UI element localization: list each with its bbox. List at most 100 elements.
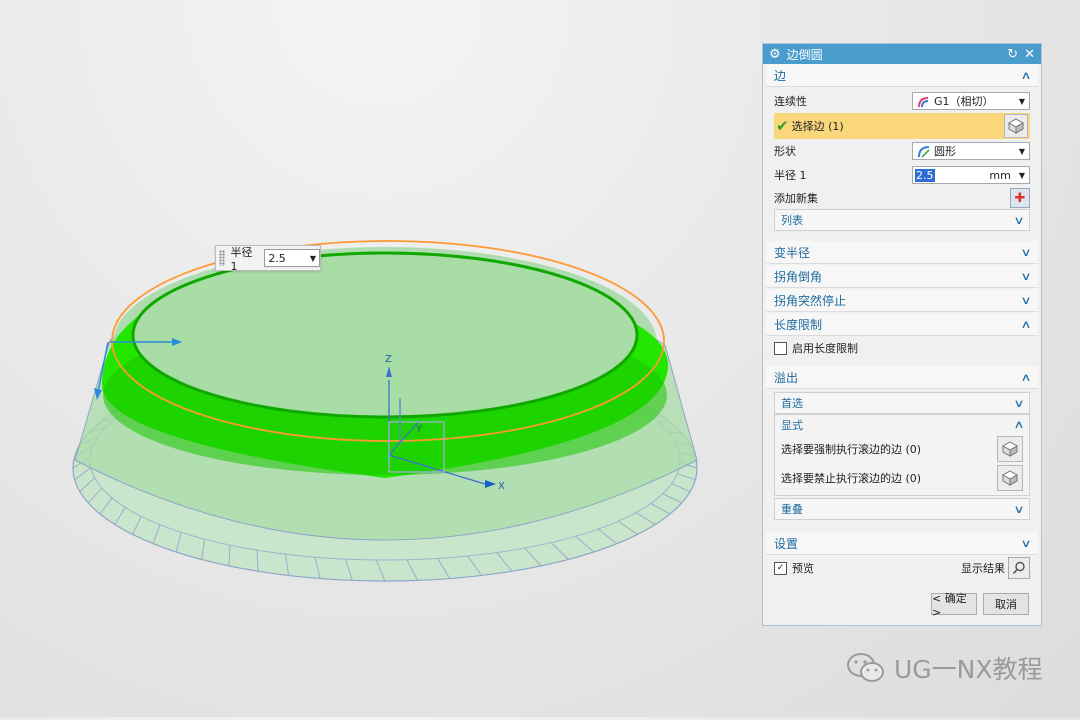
continuity-icon xyxy=(917,95,930,108)
wechat-icon xyxy=(846,651,886,685)
section-corner-stop[interactable]: 拐角突然停止 ∨ xyxy=(766,289,1038,312)
shape-value: 圆形 xyxy=(934,143,1019,159)
continuity-label: 连续性 xyxy=(774,93,912,109)
cube-icon xyxy=(1002,441,1018,457)
edge-blend-dialog: ⚙ 边倒圆 ↻ ✕ 边 ∧ 连续性 G1（相切） ▼ ✔ 选择边 (1) 形状 … xyxy=(762,43,1042,626)
radius-on-screen-input[interactable]: 半径 1 2.5 ▼ xyxy=(215,245,321,271)
show-result-button[interactable] xyxy=(1008,557,1030,579)
radius-label: 半径 1 xyxy=(774,167,912,183)
continuity-value: G1（相切） xyxy=(934,93,1019,109)
explicit-subheader[interactable]: 显式 ∧ xyxy=(775,415,1029,434)
preview-checkbox[interactable]: ✓ xyxy=(774,562,787,575)
preview-row: ✓ 预览 显示结果 xyxy=(763,555,1041,581)
force-roll-row: 选择要强制执行滚边的边 (0) xyxy=(775,434,1029,463)
drag-grip-icon[interactable] xyxy=(219,250,225,266)
list-label: 列表 xyxy=(781,212,803,228)
section-edge-header[interactable]: 边 ∧ xyxy=(766,64,1038,87)
add-new-set-row: 添加新集 ✚ xyxy=(763,187,1041,209)
select-edge-row[interactable]: ✔ 选择边 (1) xyxy=(774,113,1030,139)
section-corner-setback-title: 拐角倒角 xyxy=(774,268,822,285)
shape-row: 形状 圆形 ▼ xyxy=(763,139,1041,163)
force-roll-label: 选择要强制执行滚边的边 (0) xyxy=(781,441,997,457)
radius-row: 半径 1 2.5 mm ▼ xyxy=(763,163,1041,187)
enable-length-limit-row[interactable]: 启用长度限制 xyxy=(763,336,1041,360)
cube-icon xyxy=(1008,118,1024,134)
force-roll-cube-button[interactable] xyxy=(997,436,1023,462)
dialog-buttons: < 确定 > 取消 xyxy=(763,581,1041,615)
chevron-down-icon: ∨ xyxy=(1013,397,1024,410)
chevron-down-icon[interactable]: ▼ xyxy=(310,254,316,263)
section-variable-radius[interactable]: 变半径 ∨ xyxy=(766,241,1038,264)
chevron-up-icon: ∧ xyxy=(1013,418,1024,431)
check-icon: ✔ xyxy=(776,117,789,135)
radius-on-screen-label: 半径 1 xyxy=(231,244,261,273)
prevent-roll-cube-button[interactable] xyxy=(997,465,1023,491)
section-overflow[interactable]: 溢出 ∧ xyxy=(766,366,1038,389)
add-plus-icon: ✚ xyxy=(1015,191,1026,206)
shape-select[interactable]: 圆形 ▼ xyxy=(912,142,1030,160)
prevent-roll-row: 选择要禁止执行滚边的边 (0) xyxy=(775,463,1029,495)
section-corner-stop-title: 拐角突然停止 xyxy=(774,292,846,309)
chevron-down-icon: ∨ xyxy=(1020,270,1031,283)
chevron-down-icon: ∨ xyxy=(1020,537,1031,550)
section-corner-setback[interactable]: 拐角倒角 ∨ xyxy=(766,265,1038,288)
axis-y-label: Y xyxy=(415,424,423,435)
section-overflow-title: 溢出 xyxy=(774,369,798,386)
list-subheader[interactable]: 列表 ∨ xyxy=(774,209,1030,231)
chevron-down-icon[interactable]: ▼ xyxy=(1019,171,1025,180)
gear-icon: ⚙ xyxy=(769,47,781,62)
magnifier-icon xyxy=(1012,561,1026,575)
axis-x-label: X xyxy=(498,481,505,492)
add-new-set-label: 添加新集 xyxy=(774,190,1010,206)
chevron-down-icon: ∨ xyxy=(1020,294,1031,307)
preferred-subheader[interactable]: 首选 ∨ xyxy=(774,392,1030,414)
show-result-label: 显示结果 xyxy=(961,560,1005,576)
shape-icon xyxy=(917,145,930,158)
fillet-inner-opening xyxy=(133,253,637,417)
chevron-down-icon: ∨ xyxy=(1013,214,1024,227)
axis-z-label: Z xyxy=(385,354,392,365)
explicit-group: 显式 ∧ 选择要强制执行滚边的边 (0) 选择要禁止执行滚边的边 (0) xyxy=(774,414,1030,496)
watermark-text: UG一NX教程 xyxy=(894,650,1043,686)
chevron-up-icon: ∧ xyxy=(1020,318,1031,331)
cancel-button[interactable]: 取消 xyxy=(983,593,1029,615)
preferred-label: 首选 xyxy=(781,395,803,411)
section-edge-title: 边 xyxy=(774,67,786,84)
radius-input[interactable]: 2.5 mm ▼ xyxy=(912,166,1030,184)
section-settings-title: 设置 xyxy=(774,535,798,552)
chevron-down-icon: ▼ xyxy=(1019,147,1025,156)
enable-length-limit-label: 启用长度限制 xyxy=(792,340,858,356)
add-new-set-button[interactable]: ✚ xyxy=(1010,188,1030,208)
prevent-roll-label: 选择要禁止执行滚边的边 (0) xyxy=(781,470,997,486)
radius-value[interactable]: 2.5 xyxy=(915,169,935,182)
chevron-down-icon: ▼ xyxy=(1019,97,1025,106)
section-variable-radius-title: 变半径 xyxy=(774,244,810,261)
radius-on-screen-field[interactable]: 2.5 ▼ xyxy=(264,249,320,267)
preview-label: 预览 xyxy=(792,560,961,576)
enable-length-limit-checkbox[interactable] xyxy=(774,342,787,355)
ok-button[interactable]: < 确定 > xyxy=(931,593,977,615)
section-length-limit[interactable]: 长度限制 ∧ xyxy=(766,313,1038,336)
chevron-up-icon: ∧ xyxy=(1020,371,1031,384)
section-length-limit-title: 长度限制 xyxy=(774,316,822,333)
continuity-row: 连续性 G1（相切） ▼ xyxy=(763,89,1041,113)
section-settings[interactable]: 设置 ∨ xyxy=(766,532,1038,555)
chevron-up-icon: ∧ xyxy=(1020,69,1031,82)
close-icon[interactable]: ✕ xyxy=(1024,47,1035,62)
dialog-title: 边倒圆 xyxy=(787,46,1002,63)
cube-icon xyxy=(1002,470,1018,486)
select-edge-label: 选择边 (1) xyxy=(792,118,1004,134)
select-edge-cube-button[interactable] xyxy=(1004,114,1028,138)
chevron-down-icon: ∨ xyxy=(1013,503,1024,516)
radius-on-screen-value: 2.5 xyxy=(268,252,286,265)
watermark: UG一NX教程 xyxy=(846,650,1043,686)
shape-label: 形状 xyxy=(774,143,912,159)
overlap-subheader[interactable]: 重叠 ∨ xyxy=(774,498,1030,520)
radius-unit: mm xyxy=(935,169,1011,182)
overlap-label: 重叠 xyxy=(781,501,803,517)
reset-icon[interactable]: ↻ xyxy=(1007,47,1018,62)
dialog-titlebar[interactable]: ⚙ 边倒圆 ↻ ✕ xyxy=(763,44,1041,64)
chevron-down-icon: ∨ xyxy=(1020,246,1031,259)
continuity-select[interactable]: G1（相切） ▼ xyxy=(912,92,1030,110)
explicit-label: 显式 xyxy=(781,417,803,433)
